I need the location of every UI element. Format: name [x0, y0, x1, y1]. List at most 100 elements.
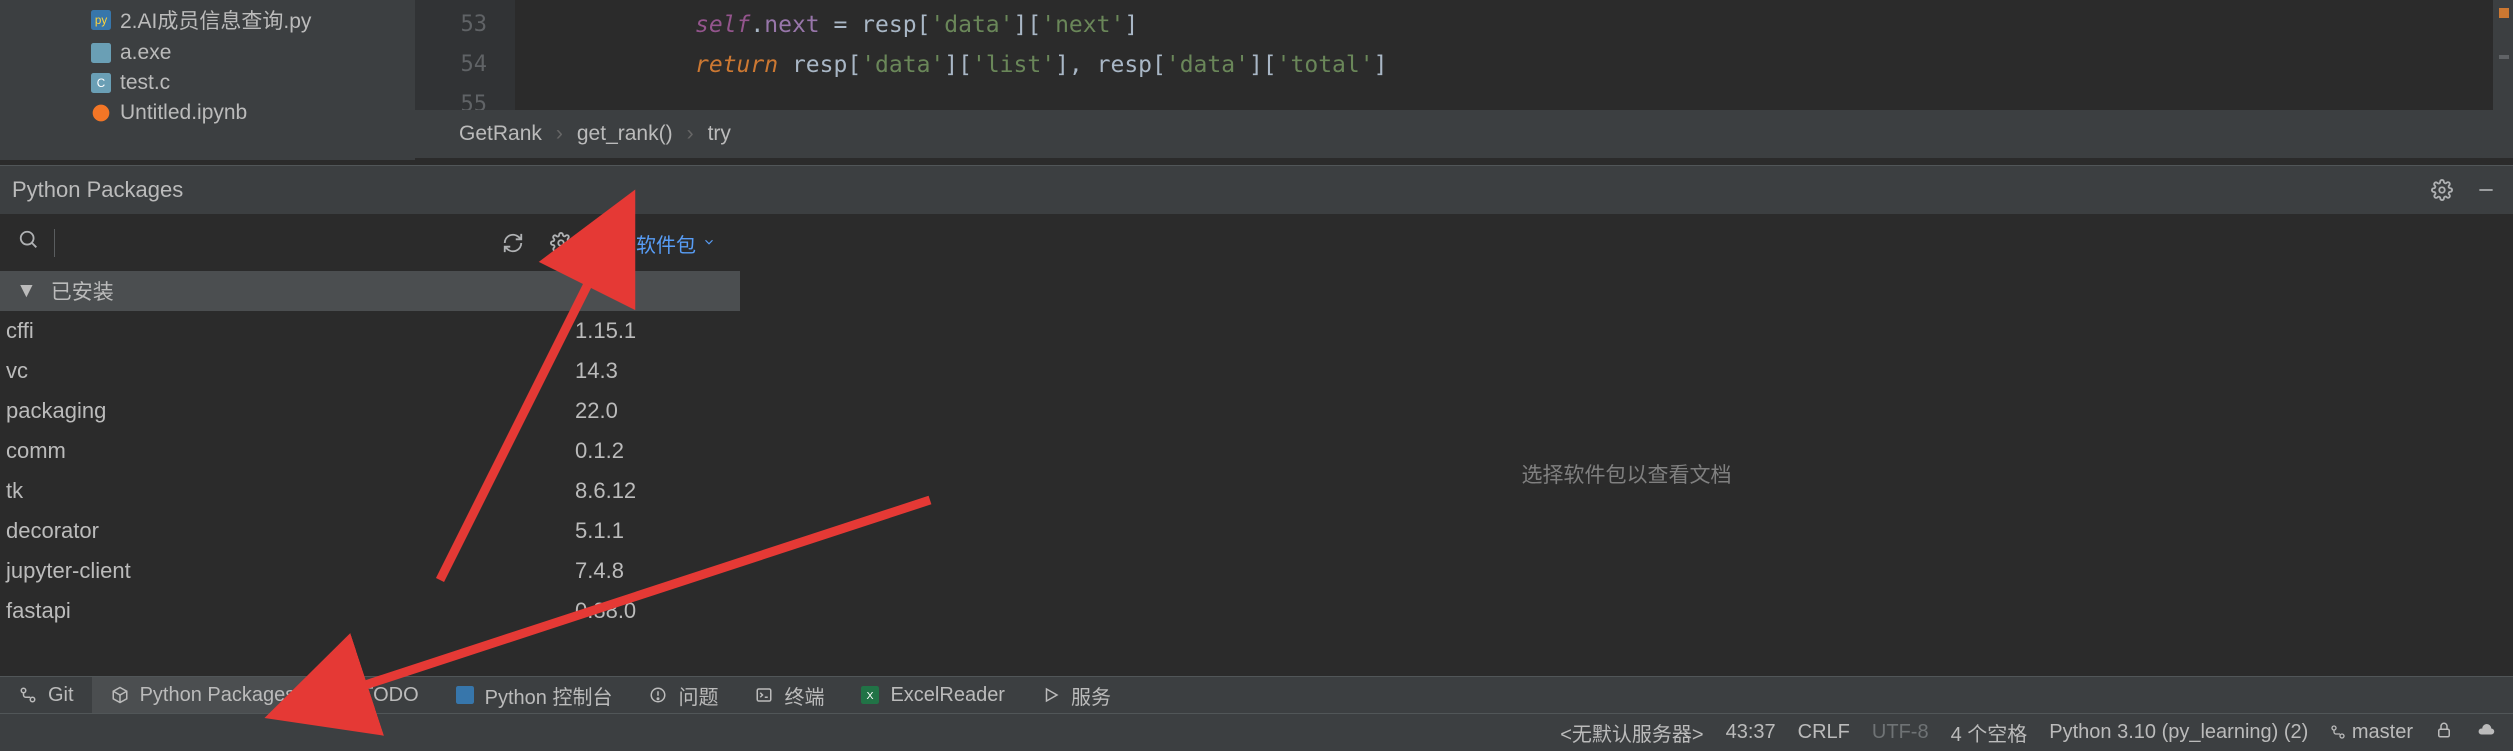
- pyconsole-icon: [455, 686, 475, 704]
- package-version: 1.15.1: [575, 318, 740, 344]
- file-tree-item[interactable]: py 2.AI成员信息查询.py: [0, 2, 415, 38]
- package-row[interactable]: decorator5.1.1: [0, 511, 740, 551]
- tool-window-tab-problems[interactable]: 问题: [630, 677, 736, 713]
- package-version: 14.3: [575, 358, 740, 384]
- tool-window-tab-git[interactable]: Git: [0, 677, 92, 713]
- tool-label: 终端: [784, 681, 824, 710]
- package-row[interactable]: fastapi0.88.0: [0, 591, 740, 631]
- tool-label: 服务: [1071, 681, 1111, 710]
- package-version: 0.88.0: [575, 598, 740, 624]
- package-version: 0.1.2: [575, 438, 740, 464]
- project-tree[interactable]: py 2.AI成员信息查询.py a.exe Ctest.c Untitled.ipyn…: [0, 0, 415, 160]
- editor-code[interactable]: self.next = resp['data']['next']return r…: [515, 0, 2513, 110]
- editor-gutter: 535455: [415, 0, 515, 110]
- detail-placeholder: 选择软件包以查看文档: [1522, 459, 1732, 489]
- status-line-ending[interactable]: CRLF: [1798, 721, 1850, 744]
- package-version: 8.6.12: [575, 478, 740, 504]
- chevron-right-icon: ›: [687, 122, 694, 146]
- git-icon: [18, 686, 38, 704]
- gear-icon[interactable]: [2429, 177, 2455, 203]
- file-tree-item[interactable]: Untitled.ipynb: [0, 98, 415, 128]
- breadcrumb[interactable]: GetRank › get_rank() › try: [415, 110, 2513, 158]
- svg-text:C: C: [97, 77, 105, 90]
- package-row[interactable]: packaging22.0: [0, 391, 740, 431]
- status-caret-pos[interactable]: 43:37: [1726, 721, 1776, 744]
- installed-section-header[interactable]: ▼ 已安装: [0, 271, 740, 311]
- scroll-marker-icon: [2499, 55, 2509, 59]
- svg-text:py: py: [95, 14, 107, 27]
- package-search[interactable]: [0, 215, 500, 271]
- tool-label: Git: [48, 684, 74, 707]
- package-name: cffi: [0, 318, 575, 344]
- tool-label: Python Packages: [140, 684, 296, 707]
- tool-window-tab-services[interactable]: 服务: [1023, 677, 1129, 713]
- services-icon: [1041, 686, 1061, 704]
- status-encoding[interactable]: UTF-8: [1872, 721, 1929, 744]
- status-indent[interactable]: 4 个空格: [1951, 718, 2028, 747]
- panel-title: Python Packages: [12, 177, 183, 203]
- chevron-right-icon: ›: [556, 122, 563, 146]
- breadcrumb-item[interactable]: try: [694, 122, 745, 146]
- file-icon: py: [88, 10, 114, 30]
- excel-icon: X: [860, 686, 880, 704]
- svg-text:X: X: [867, 690, 874, 702]
- search-input[interactable]: [54, 229, 500, 257]
- search-icon: [18, 229, 40, 257]
- status-bar: <无默认服务器> 43:37 CRLF UTF-8 4 个空格 Python 3…: [0, 713, 2513, 751]
- file-name: test.c: [120, 71, 170, 95]
- status-interpreter[interactable]: Python 3.10 (py_learning) (2): [2049, 721, 2308, 744]
- packages-toolbar: 添加软件包: [0, 215, 2513, 271]
- package-version: 22.0: [575, 398, 740, 424]
- package-version: 7.4.8: [575, 558, 740, 584]
- lock-icon[interactable]: [2435, 721, 2453, 745]
- packages-list[interactable]: cffi1.15.1vc14.3packaging22.0comm0.1.2tk…: [0, 311, 740, 676]
- packages-icon: [110, 686, 130, 704]
- package-name: tk: [0, 478, 575, 504]
- tool-window-tab-packages[interactable]: Python Packages: [92, 677, 314, 713]
- minimize-icon[interactable]: [2473, 177, 2499, 203]
- scroll-marker-icon: [2499, 8, 2509, 18]
- status-git-branch[interactable]: master: [2330, 721, 2413, 744]
- file-name: 2.AI成员信息查询.py: [120, 5, 311, 35]
- status-server[interactable]: <无默认服务器>: [1560, 718, 1703, 747]
- package-row[interactable]: jupyter-client7.4.8: [0, 551, 740, 591]
- tool-window-tab-todo[interactable]: TODO: [313, 677, 436, 713]
- package-row[interactable]: cffi1.15.1: [0, 311, 740, 351]
- package-row[interactable]: comm0.1.2: [0, 431, 740, 471]
- file-name: Untitled.ipynb: [120, 101, 247, 125]
- tool-window-tab-terminal[interactable]: 终端: [736, 677, 842, 713]
- tool-label: 问题: [678, 681, 718, 710]
- python-packages-header: Python Packages: [0, 165, 2513, 215]
- package-name: packaging: [0, 398, 575, 424]
- file-name: a.exe: [120, 41, 171, 65]
- terminal-icon: [754, 686, 774, 704]
- package-name: jupyter-client: [0, 558, 575, 584]
- add-package-link[interactable]: 添加软件包: [596, 229, 716, 258]
- breadcrumb-item[interactable]: get_rank(): [563, 122, 687, 146]
- breadcrumb-item[interactable]: GetRank: [445, 122, 556, 146]
- package-name: comm: [0, 438, 575, 464]
- cloud-icon[interactable]: [2475, 721, 2497, 745]
- package-row[interactable]: tk8.6.12: [0, 471, 740, 511]
- tool-window-bar[interactable]: Git Python Packages TODO Python 控制台 问题 终端 XExc…: [0, 676, 2513, 713]
- tool-window-tab-pyconsole[interactable]: Python 控制台: [437, 677, 631, 713]
- todo-icon: [331, 686, 351, 704]
- file-tree-item[interactable]: a.exe: [0, 38, 415, 68]
- file-icon: [88, 43, 114, 63]
- package-detail-panel: 选择软件包以查看文档: [740, 271, 2513, 676]
- file-tree-item[interactable]: Ctest.c: [0, 68, 415, 98]
- chevron-down-icon: ▼: [16, 279, 37, 303]
- file-icon: C: [88, 73, 114, 93]
- tool-label: Python 控制台: [485, 681, 613, 710]
- code-editor[interactable]: 535455 self.next = resp['data']['next']r…: [415, 0, 2513, 110]
- editor-scrollbar[interactable]: [2493, 0, 2513, 110]
- package-row[interactable]: vc14.3: [0, 351, 740, 391]
- package-name: fastapi: [0, 598, 575, 624]
- chevron-down-icon: [702, 232, 716, 255]
- tool-window-tab-excel[interactable]: XExcelReader: [842, 677, 1023, 713]
- refresh-icon[interactable]: [500, 230, 526, 256]
- add-package-label: 添加软件包: [596, 229, 696, 258]
- gear-icon[interactable]: [548, 230, 574, 256]
- installed-label: 已安装: [51, 276, 114, 306]
- package-name: vc: [0, 358, 575, 384]
